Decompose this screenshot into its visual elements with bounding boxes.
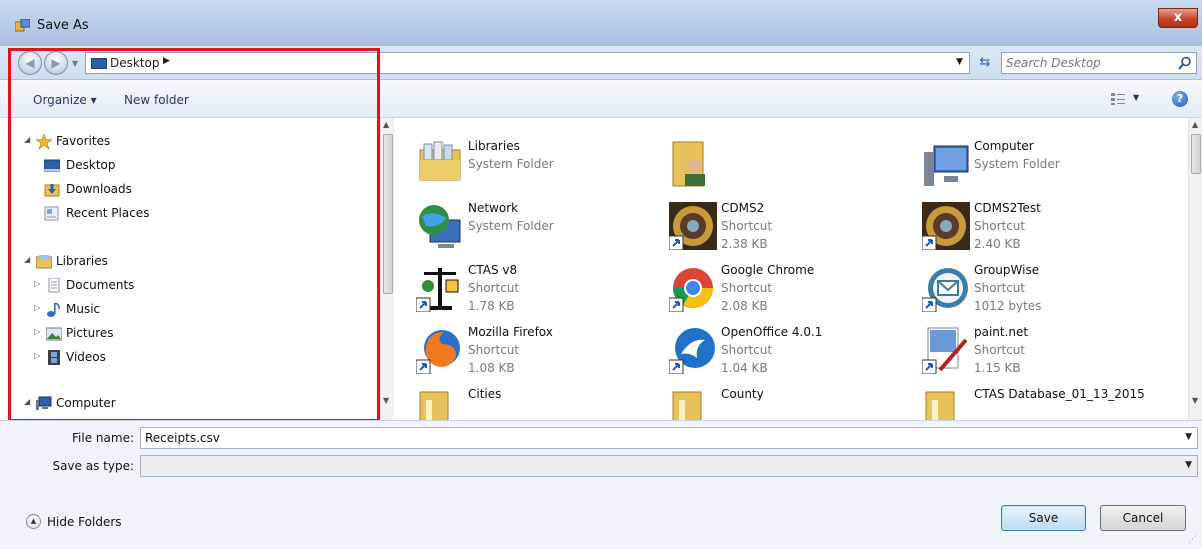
computer-icon	[36, 396, 52, 410]
collapse-arrow-icon[interactable]: ◢	[24, 255, 30, 264]
star-icon	[36, 134, 52, 149]
expand-arrow-icon[interactable]: ▷	[34, 303, 40, 312]
file-item[interactable]: County	[649, 384, 899, 420]
save-as-type-select[interactable]: ▼	[140, 455, 1198, 477]
file-list-scrollbar[interactable]: ▲ ▼	[1188, 118, 1202, 420]
file-item[interactable]: CTAS Database_01_13_2015	[902, 384, 1152, 420]
file-name-input[interactable]	[145, 430, 1149, 446]
file-name-label: File name:	[72, 431, 134, 445]
chrome-shortcut-icon	[669, 268, 713, 312]
firefox-shortcut-icon	[416, 330, 460, 374]
address-dropdown-icon[interactable]: ▼	[956, 57, 963, 67]
title-bar: Save As x	[0, 0, 1202, 46]
documents-icon	[48, 278, 60, 293]
recent-places-icon	[44, 206, 59, 221]
scroll-down-arrow-icon[interactable]: ▼	[1192, 396, 1198, 405]
new-folder-button[interactable]: New folder	[124, 93, 189, 107]
file-name-dropdown-icon[interactable]: ▼	[1185, 432, 1192, 442]
help-icon[interactable]: ?	[1172, 91, 1188, 107]
breadcrumb-chevron-icon[interactable]: ▶	[163, 56, 170, 66]
forward-button[interactable]: ▶	[44, 51, 68, 75]
file-item[interactable]: GroupWise Shortcut 1012 bytes	[902, 260, 1152, 320]
libraries-icon	[419, 141, 461, 181]
computer-icon	[924, 145, 969, 186]
folder-icon	[672, 391, 702, 420]
file-item[interactable]: CDMS2Test Shortcut 2.40 KB	[902, 198, 1152, 258]
seal-shortcut-icon	[669, 202, 717, 250]
seal-shortcut-icon	[922, 202, 970, 250]
scroll-down-arrow-icon[interactable]: ▼	[383, 396, 389, 405]
desktop-icon	[91, 58, 107, 69]
scales-shortcut-icon	[416, 268, 459, 312]
music-note-icon	[47, 302, 60, 317]
collapse-arrow-icon[interactable]: ◢	[24, 135, 30, 144]
search-input[interactable]	[1006, 55, 1166, 71]
collapse-up-icon: ▲	[26, 514, 41, 529]
file-list: Libraries System Folder Computer System …	[396, 118, 1188, 420]
file-item[interactable]: Network System Folder	[396, 198, 646, 258]
openoffice-shortcut-icon	[669, 328, 715, 374]
save-button[interactable]: Save	[1001, 505, 1086, 531]
recent-pages-dropdown-icon[interactable]: ▼	[72, 59, 78, 68]
network-globe-icon	[419, 205, 461, 248]
save-form: File name: ▼ Save as type: ▼ ▲ Hide Fold…	[0, 420, 1202, 549]
groupwise-shortcut-icon	[922, 268, 968, 312]
breadcrumb-desktop[interactable]: Desktop	[110, 56, 160, 70]
navigation-pane: ◢ Favorites Desktop Downloads Recent Pla…	[8, 118, 380, 420]
expand-arrow-icon[interactable]: ▷	[34, 351, 40, 360]
refresh-icon[interactable]: ⇆	[975, 55, 995, 73]
view-dropdown-icon[interactable]: ▼	[1133, 93, 1139, 102]
command-bar: Organize ▾ New folder ▼ ?	[0, 80, 1202, 118]
file-item[interactable]: Google Chrome Shortcut 2.08 KB	[649, 260, 899, 320]
search-icon[interactable]	[1178, 56, 1192, 70]
desktop-icon	[44, 159, 60, 172]
expand-arrow-icon[interactable]: ▷	[34, 327, 40, 336]
address-bar[interactable]: Desktop ▶ ▼	[85, 52, 970, 74]
downloads-folder-icon	[44, 184, 60, 197]
cancel-button[interactable]: Cancel	[1100, 505, 1186, 531]
file-item[interactable]: CTAS v8 Shortcut 1.78 KB	[396, 260, 646, 320]
scroll-up-arrow-icon[interactable]: ▲	[1192, 120, 1198, 129]
scroll-up-arrow-icon[interactable]: ▲	[383, 120, 389, 129]
pictures-icon	[46, 327, 62, 341]
close-button[interactable]: x	[1158, 8, 1198, 28]
libraries-icon	[36, 255, 52, 269]
save-as-type-label: Save as type:	[52, 459, 134, 473]
window-title: Save As	[37, 18, 89, 33]
file-item[interactable]: Libraries System Folder	[396, 136, 646, 196]
scrollbar-thumb[interactable]	[1191, 134, 1201, 174]
file-item[interactable]: Cities	[396, 384, 646, 420]
resize-grip-icon[interactable]: ⋰	[1188, 535, 1197, 545]
paintnet-shortcut-icon	[922, 327, 968, 374]
folder-icon	[925, 391, 955, 420]
film-strip-icon	[48, 350, 60, 365]
file-item[interactable]	[649, 136, 899, 196]
user-folder-icon	[672, 141, 705, 187]
collapse-arrow-icon[interactable]: ◢	[24, 397, 30, 406]
expand-arrow-icon[interactable]: ▷	[34, 279, 40, 288]
file-item[interactable]: Computer System Folder	[902, 136, 1152, 196]
file-item[interactable]: CDMS2 Shortcut 2.38 KB	[649, 198, 899, 258]
file-name-field[interactable]: ▼	[140, 427, 1198, 449]
file-item[interactable]: paint.net Shortcut 1.15 KB	[902, 322, 1152, 382]
folder-icon	[419, 391, 449, 420]
file-item[interactable]: Mozilla Firefox Shortcut 1.08 KB	[396, 322, 646, 382]
file-item[interactable]: OpenOffice 4.0.1 Shortcut 1.04 KB	[649, 322, 899, 382]
back-button[interactable]: ◀	[18, 51, 42, 75]
save-dialog-icon	[15, 19, 30, 32]
search-box[interactable]	[1001, 52, 1197, 74]
view-options-icon[interactable]	[1110, 92, 1126, 106]
save-as-type-dropdown-icon[interactable]: ▼	[1185, 460, 1192, 470]
navigation-scrollbar[interactable]: ▲ ▼	[380, 118, 394, 420]
organize-button[interactable]: Organize ▾	[33, 93, 97, 107]
scrollbar-thumb[interactable]	[383, 134, 393, 294]
address-row: ◀ ▶ ▼ Desktop ▶ ▼ ⇆	[0, 46, 1202, 80]
